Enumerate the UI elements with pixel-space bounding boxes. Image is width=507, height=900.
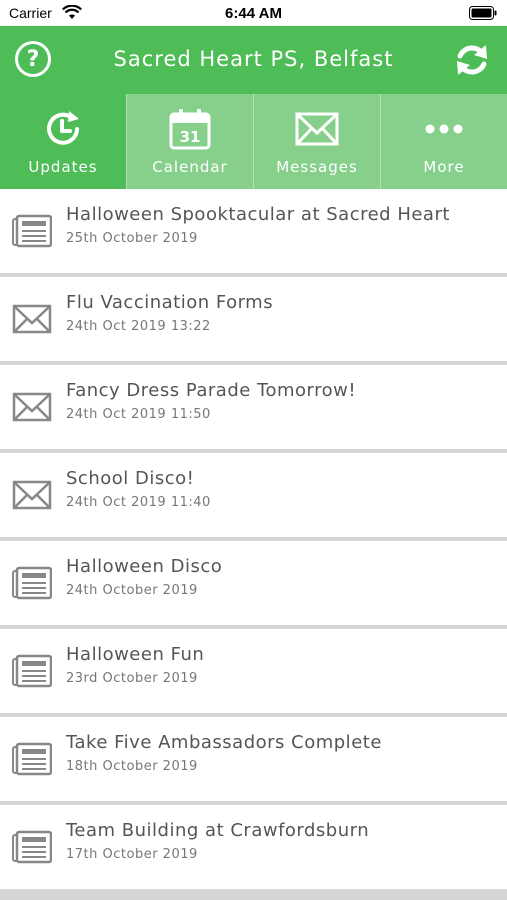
list-item[interactable]: School Disco! 24th Oct 2019 11:40 [0,453,507,537]
page-title: Sacred Heart PS, Belfast [113,47,394,71]
tab-more[interactable]: More [380,94,507,189]
updates-list: Halloween Spooktacular at Sacred Heart 2… [0,189,507,893]
item-date: 24th Oct 2019 13:22 [66,319,211,334]
status-bar: Carrier 6:44 AM [0,0,507,26]
item-title: Take Five Ambassadors Complete [66,732,382,753]
envelope-icon [12,392,52,422]
item-title: Halloween Spooktacular at Sacred Heart [66,204,450,225]
tab-bar: Updates 31 Calendar Messages More [0,94,507,189]
item-date: 23rd October 2019 [66,671,198,686]
refresh-icon[interactable] [452,40,492,80]
battery-icon [469,6,497,20]
item-date: 18th October 2019 [66,759,198,774]
list-item[interactable]: Halloween Fun 23rd October 2019 [0,629,507,713]
newspaper-icon [12,566,52,600]
list-item[interactable]: Take Five Ambassadors Complete 18th Octo… [0,717,507,801]
help-button[interactable]: ? [15,41,51,77]
calendar-icon: 31 [169,109,211,150]
item-title: School Disco! [66,468,195,489]
status-time: 6:44 AM [225,5,282,22]
envelope-icon [12,304,52,334]
updates-clock-icon [47,111,79,145]
envelope-icon [295,112,339,146]
list-item[interactable]: Halloween Disco 24th October 2019 [0,541,507,625]
item-title: Halloween Fun [66,644,205,665]
item-title: Flu Vaccination Forms [66,292,274,313]
tab-updates-label: Updates [28,158,98,176]
item-title: Team Building at Crawfordsburn [66,820,370,841]
tab-updates[interactable]: Updates [0,94,126,189]
envelope-icon [12,480,52,510]
item-date: 24th Oct 2019 11:50 [66,407,211,422]
item-title: Fancy Dress Parade Tomorrow! [66,380,357,401]
question-circle-icon: ? [26,47,40,72]
app-header: ? Sacred Heart PS, Belfast [0,26,507,94]
newspaper-icon [12,742,52,776]
item-title: Halloween Disco [66,556,223,577]
tab-calendar-label: Calendar [152,158,228,176]
more-dots-icon [425,124,463,134]
newspaper-icon [12,654,52,688]
newspaper-icon [12,830,52,864]
item-date: 24th October 2019 [66,583,198,598]
tab-messages[interactable]: Messages [253,94,380,189]
calendar-day: 31 [180,128,201,146]
list-item[interactable]: Team Building at Crawfordsburn 17th Octo… [0,805,507,889]
list-item[interactable]: Flu Vaccination Forms 24th Oct 2019 13:2… [0,277,507,361]
item-date: 17th October 2019 [66,847,198,862]
newspaper-icon [12,214,52,248]
tab-calendar[interactable]: 31 Calendar [126,94,253,189]
tab-messages-label: Messages [276,158,358,176]
list-item[interactable]: Halloween Spooktacular at Sacred Heart 2… [0,189,507,273]
item-date: 24th Oct 2019 11:40 [66,495,211,510]
tab-more-label: More [423,158,465,176]
item-date: 25th October 2019 [66,231,198,246]
list-item[interactable]: Fancy Dress Parade Tomorrow! 24th Oct 20… [0,365,507,449]
